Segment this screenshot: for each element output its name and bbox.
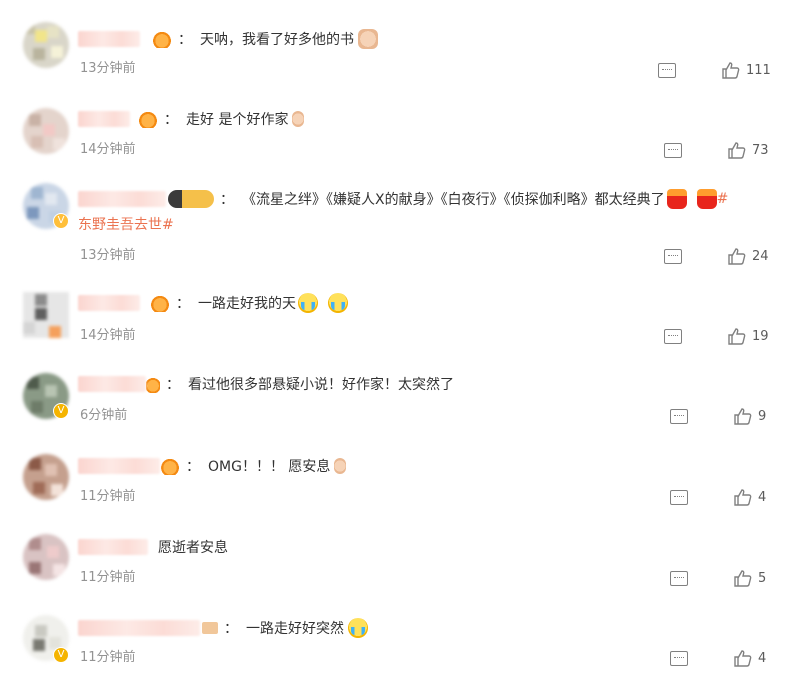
comment-text: 一路走好我的天 <box>198 296 296 312</box>
badge-icon <box>202 622 218 634</box>
comment-time: 6分钟前 <box>80 408 128 423</box>
username[interactable] <box>78 191 166 207</box>
comment-time: 14分钟前 <box>80 142 136 157</box>
candle-emoji-icon <box>666 189 687 209</box>
comment-text: 走好 是个好作家 <box>186 112 289 128</box>
avatar[interactable] <box>23 22 69 68</box>
username[interactable] <box>78 295 140 311</box>
comment-time: 14分钟前 <box>80 328 136 343</box>
avatar[interactable] <box>23 108 69 154</box>
crying-emoji-icon <box>298 293 318 313</box>
comment-text: OMG！！！ 愿安息 <box>208 459 331 475</box>
like-count: 73 <box>752 143 769 158</box>
comment-time: 13分钟前 <box>80 248 136 263</box>
thumbs-up-icon[interactable] <box>734 650 752 667</box>
like-count: 19 <box>752 329 769 344</box>
avatar[interactable] <box>23 534 69 580</box>
topic-tag[interactable]: 东野圭吾去世# <box>78 214 174 234</box>
crying-emoji-icon <box>328 293 348 313</box>
reply-icon[interactable] <box>664 143 682 158</box>
crown-badge-icon <box>138 110 158 128</box>
colon: ： <box>176 296 190 312</box>
like-count: 5 <box>758 571 767 586</box>
comment-time: 13分钟前 <box>80 61 136 76</box>
reply-icon[interactable] <box>670 651 688 666</box>
crown-badge-icon <box>160 457 180 475</box>
reply-icon[interactable] <box>670 409 688 424</box>
comment-time: 11分钟前 <box>80 650 136 665</box>
thumbs-up-icon[interactable] <box>728 248 746 265</box>
colon: ： <box>178 32 192 48</box>
username[interactable] <box>78 539 148 555</box>
like-count: 9 <box>758 409 767 424</box>
colon: ： <box>166 377 180 393</box>
candle-emoji-icon <box>334 458 347 474</box>
candle-emoji-icon <box>696 189 717 209</box>
crown-badge-icon <box>146 375 160 393</box>
username[interactable] <box>78 458 160 474</box>
reply-icon[interactable] <box>658 63 676 78</box>
comment-text: 愿逝者安息 <box>158 540 228 556</box>
reply-icon[interactable] <box>664 249 682 264</box>
reply-icon[interactable] <box>670 571 688 586</box>
reply-icon[interactable] <box>664 329 682 344</box>
reply-icon[interactable] <box>670 490 688 505</box>
like-count: 4 <box>758 651 767 666</box>
comment-time: 11分钟前 <box>80 570 136 585</box>
topic-tag-prefix[interactable]: # <box>717 191 729 207</box>
thumbs-up-icon[interactable] <box>722 62 740 79</box>
colon: ： <box>220 192 234 208</box>
level-badge-icon <box>168 190 214 208</box>
comment-time: 11分钟前 <box>80 489 136 504</box>
crying-emoji-icon <box>348 618 368 638</box>
thumbs-up-icon[interactable] <box>728 328 746 345</box>
candle-emoji-icon <box>292 111 305 127</box>
thumbs-up-icon[interactable] <box>728 142 746 159</box>
comment-text: 一路走好好突然 <box>246 621 344 637</box>
avatar[interactable] <box>23 454 69 500</box>
verified-badge-icon: V <box>53 647 69 663</box>
thumbs-up-icon[interactable] <box>734 408 752 425</box>
thumbs-up-icon[interactable] <box>734 570 752 587</box>
colon: ： <box>186 459 200 475</box>
verified-badge-icon: V <box>53 403 69 419</box>
like-count: 111 <box>746 63 771 78</box>
avatar[interactable] <box>23 292 69 338</box>
username[interactable] <box>78 111 130 127</box>
crown-badge-icon <box>152 30 172 48</box>
like-count: 4 <box>758 490 767 505</box>
comment-text: 《流星之绊》《嫌疑人X的献身》《白夜行》《侦探伽利略》都太经典了 <box>242 192 665 208</box>
pray-emoji-icon <box>358 29 378 49</box>
username[interactable] <box>78 376 146 392</box>
crown-badge-icon <box>150 294 170 312</box>
username[interactable] <box>78 620 200 636</box>
comment-text: 天呐，我看了好多他的书 <box>200 32 354 48</box>
verified-badge-icon: V <box>53 213 69 229</box>
colon: ： <box>164 112 178 128</box>
thumbs-up-icon[interactable] <box>734 489 752 506</box>
comment-text: 看过他很多部悬疑小说！好作家！太突然了 <box>188 377 454 393</box>
like-count: 24 <box>752 249 769 264</box>
username[interactable] <box>78 31 140 47</box>
colon: ： <box>224 621 238 637</box>
